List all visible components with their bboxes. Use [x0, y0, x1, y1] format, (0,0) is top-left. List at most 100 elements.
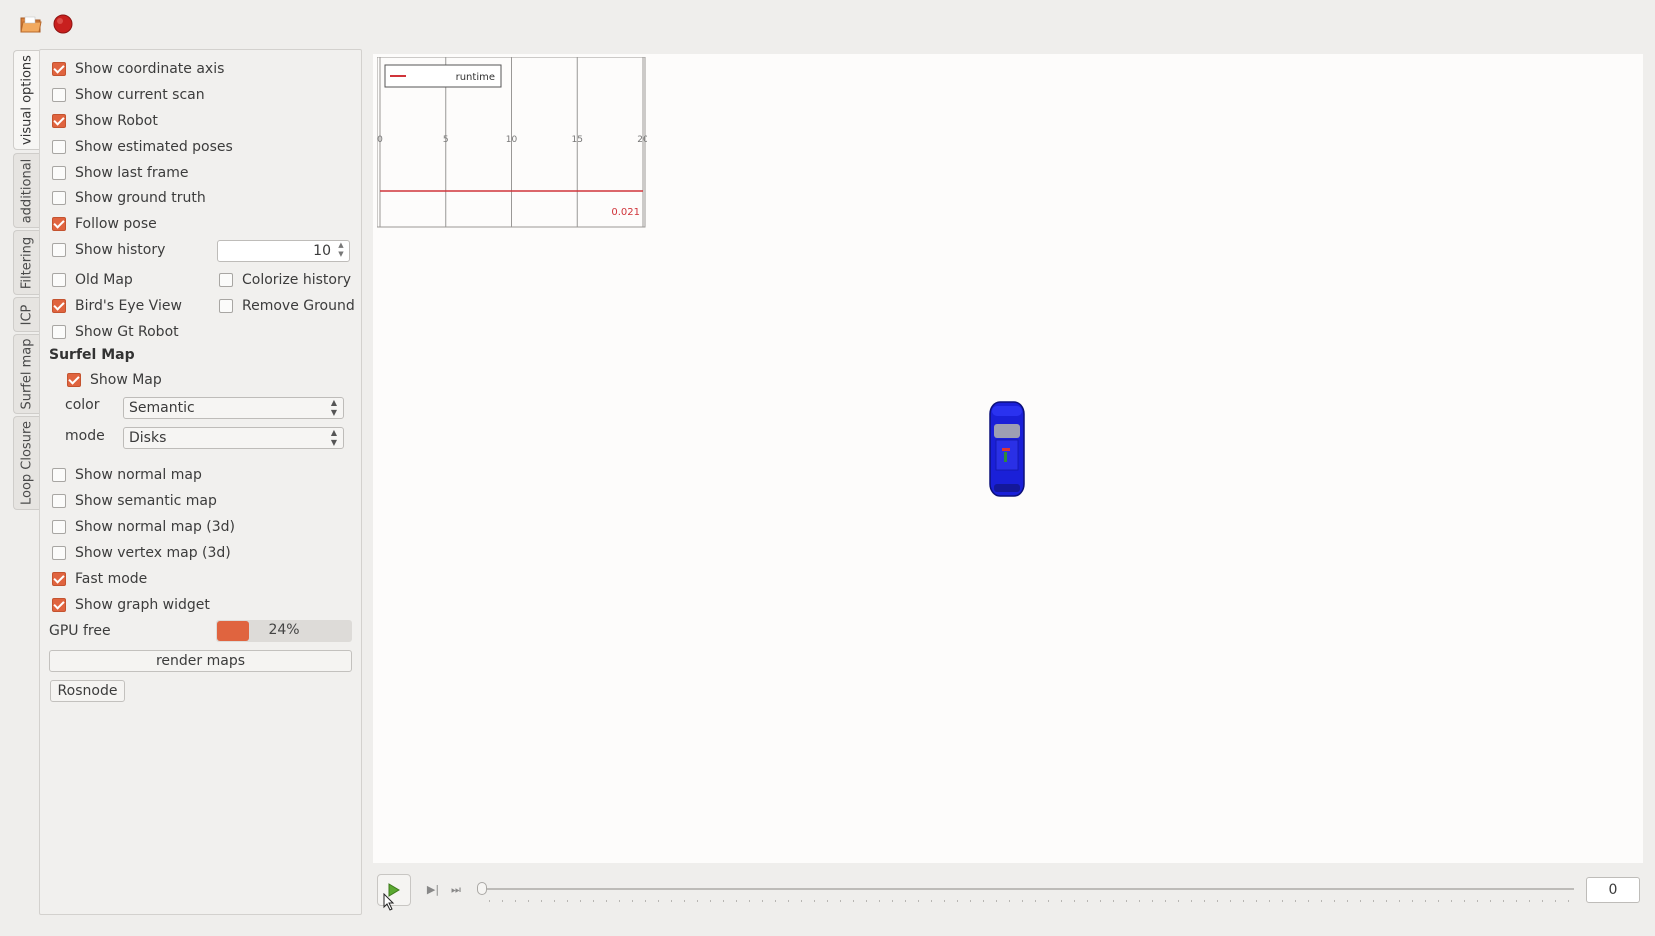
tab-visual-options[interactable]: visual options [13, 50, 39, 150]
timeline-tick [827, 900, 828, 902]
timeline-tick [1022, 900, 1023, 902]
graph-tick-label: 5 [443, 135, 449, 145]
tab-loop-closure[interactable]: Loop Closure [13, 416, 39, 510]
graph-tick-label: 10 [506, 135, 518, 145]
tab-filtering[interactable]: Filtering [13, 230, 39, 295]
timeline-tick [710, 900, 711, 902]
remove-ground-checkbox[interactable]: Remove Ground [219, 296, 355, 316]
timeline-tick [788, 900, 789, 902]
timeline-tick [606, 900, 607, 902]
timeline-tick [1542, 900, 1543, 902]
timeline-tick [1074, 900, 1075, 902]
timeline-tick [1399, 900, 1400, 902]
timeline-tick [671, 900, 672, 902]
rosnode-button[interactable]: Rosnode [50, 680, 125, 702]
timeline-tick [1477, 900, 1478, 902]
graph-tick-label: 20 [637, 135, 647, 145]
timeline-slider-track[interactable] [478, 888, 1574, 890]
timeline-ticks [489, 900, 1569, 902]
timeline-tick [723, 900, 724, 902]
timeline-tick [580, 900, 581, 902]
timeline-tick [1529, 900, 1530, 902]
timeline-tick [1126, 900, 1127, 902]
record-icon[interactable] [52, 14, 74, 34]
show-current-scan-checkbox[interactable]: Show current scan [52, 85, 205, 105]
timeline-tick [1373, 900, 1374, 902]
timeline-tick [658, 900, 659, 902]
timeline-tick [684, 900, 685, 902]
timeline-tick [541, 900, 542, 902]
step-forward-button[interactable]: ▶| [423, 880, 443, 900]
mouse-cursor-icon [383, 893, 395, 911]
timeline-tick [632, 900, 633, 902]
timeline-tick [489, 900, 490, 902]
old-map-checkbox[interactable]: Old Map [52, 270, 133, 290]
timeline-tick [697, 900, 698, 902]
show-semantic-map-checkbox[interactable]: Show semantic map [52, 491, 217, 511]
history-count-spinbox[interactable]: 10 ▲ ▼ [217, 240, 350, 262]
show-graph-widget-checkbox[interactable]: Show graph widget [52, 595, 210, 615]
mode-label: mode [65, 428, 105, 444]
mode-select[interactable]: Disks ▲ ▼ [123, 427, 344, 449]
timeline-tick [1464, 900, 1465, 902]
skip-button[interactable]: ⏭ [446, 880, 466, 900]
timeline-tick [957, 900, 958, 902]
timeline-tick [853, 900, 854, 902]
runtime-graph: 0 5 10 15 20 runtime 0.021 [377, 57, 647, 228]
colorize-history-checkbox[interactable]: Colorize history [219, 270, 351, 290]
frame-number-field[interactable]: 0 [1586, 877, 1640, 903]
timeline-tick [749, 900, 750, 902]
show-normal-map-checkbox[interactable]: Show normal map [52, 465, 202, 485]
timeline-tick [775, 900, 776, 902]
show-estimated-poses-checkbox[interactable]: Show estimated poses [52, 137, 233, 157]
timeline-tick [918, 900, 919, 902]
timeline-tick [1334, 900, 1335, 902]
color-label: color [65, 397, 100, 413]
timeline-tick [1113, 900, 1114, 902]
tab-additional[interactable]: additional [13, 153, 39, 228]
follow-pose-checkbox[interactable]: Follow pose [52, 214, 157, 234]
updown-arrow-icon: ▲ ▼ [330, 428, 337, 447]
runtime-value-label: 0.021 [611, 207, 640, 218]
timeline-tick [970, 900, 971, 902]
vertical-tab-bar: visual options additional Filtering ICP … [13, 50, 39, 520]
show-vertex-map-3d-checkbox[interactable]: Show vertex map (3d) [52, 543, 231, 563]
timeline-tick [1386, 900, 1387, 902]
folder-icon[interactable] [20, 14, 42, 34]
timeline-tick [1308, 900, 1309, 902]
gpu-free-progress: 24% [216, 620, 352, 642]
show-last-frame-checkbox[interactable]: Show last frame [52, 163, 188, 183]
surfel-map-heading: Surfel Map [49, 347, 135, 363]
show-ground-truth-checkbox[interactable]: Show ground truth [52, 188, 206, 208]
spin-arrows-icon[interactable]: ▲ ▼ [335, 241, 347, 261]
timeline-tick [1009, 900, 1010, 902]
fast-mode-checkbox[interactable]: Fast mode [52, 569, 147, 589]
timeline-slider-handle[interactable] [477, 882, 487, 895]
timeline-tick [1061, 900, 1062, 902]
timeline-tick [1139, 900, 1140, 902]
color-select[interactable]: Semantic ▲ ▼ [123, 397, 344, 419]
tab-surfel-map[interactable]: Surfel map [13, 334, 39, 414]
timeline-tick [1568, 900, 1569, 902]
show-coordinate-axis-checkbox[interactable]: Show coordinate axis [52, 59, 224, 79]
render-maps-button[interactable]: render maps [49, 650, 352, 672]
timeline-tick [1282, 900, 1283, 902]
timeline-tick [515, 900, 516, 902]
show-robot-checkbox[interactable]: Show Robot [52, 111, 158, 131]
timeline-tick [528, 900, 529, 902]
timeline-tick [1412, 900, 1413, 902]
tab-icp[interactable]: ICP [13, 297, 39, 332]
updown-arrow-icon: ▲ ▼ [330, 398, 337, 417]
show-normal-map-3d-checkbox[interactable]: Show normal map (3d) [52, 517, 235, 537]
timeline-tick [1243, 900, 1244, 902]
timeline-tick [1178, 900, 1179, 902]
timeline-tick [996, 900, 997, 902]
timeline-tick [879, 900, 880, 902]
show-history-checkbox[interactable]: Show history [52, 240, 165, 260]
timeline-tick [1165, 900, 1166, 902]
graph-tick-label: 0 [377, 135, 383, 145]
birds-eye-view-checkbox[interactable]: Bird's Eye View [52, 296, 182, 316]
timeline-tick [593, 900, 594, 902]
show-map-checkbox[interactable]: Show Map [67, 370, 162, 390]
show-gt-robot-checkbox[interactable]: Show Gt Robot [52, 322, 179, 342]
